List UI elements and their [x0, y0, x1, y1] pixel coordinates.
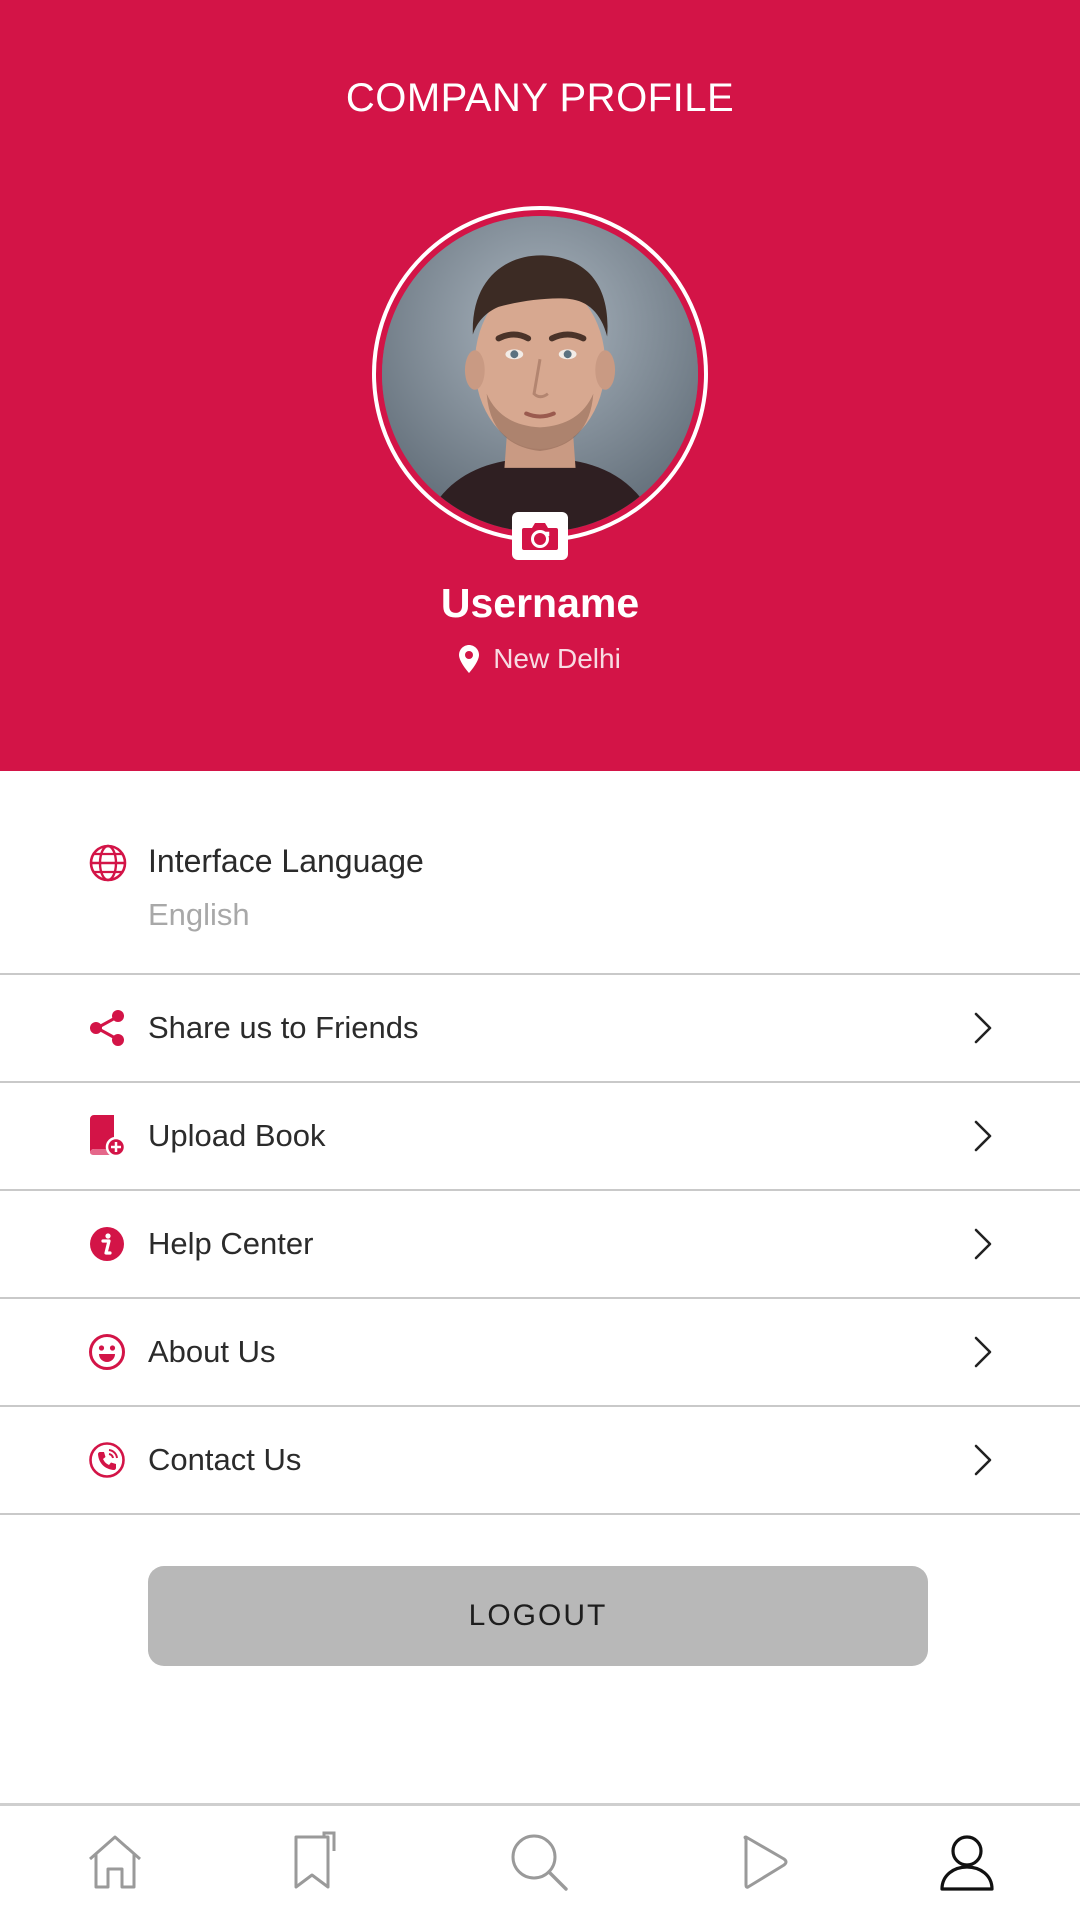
- menu-item-label: About Us: [148, 1334, 276, 1369]
- chevron-right-icon: [974, 1336, 992, 1368]
- chevron-right-icon: [974, 1444, 992, 1476]
- globe-icon: [88, 843, 128, 888]
- username: Username: [440, 580, 640, 626]
- menu-item-upload-book[interactable]: Upload Book: [0, 1083, 1080, 1191]
- interface-language-setting[interactable]: Interface Language English: [0, 771, 1080, 975]
- profile-photo: [382, 216, 698, 532]
- menu-item-help-center[interactable]: Help Center: [0, 1191, 1080, 1299]
- page-title: COMPANY PROFILE: [345, 76, 735, 120]
- smiley-icon: [88, 1333, 126, 1371]
- settings-menu: Share us to Friends Upload Book Help Cen…: [0, 975, 1080, 1515]
- home-icon[interactable]: [84, 1831, 146, 1893]
- chevron-right-icon: [974, 1012, 992, 1044]
- change-photo-button[interactable]: [512, 512, 568, 560]
- bottom-navigation: [0, 1803, 1080, 1920]
- interface-language-label: Interface Language: [148, 843, 424, 879]
- bookmark-icon[interactable]: [284, 1831, 346, 1893]
- upload-book-icon: [88, 1115, 126, 1157]
- avatar[interactable]: [382, 216, 698, 532]
- location-text: New Delhi: [493, 643, 621, 674]
- interface-language-value: English: [148, 897, 250, 932]
- map-pin-icon: [459, 645, 480, 673]
- chevron-right-icon: [974, 1228, 992, 1260]
- phone-icon: [88, 1441, 126, 1479]
- camera-icon: [522, 523, 558, 550]
- play-icon[interactable]: [734, 1831, 796, 1893]
- search-icon[interactable]: [508, 1831, 570, 1893]
- profile-icon[interactable]: [936, 1831, 998, 1893]
- avatar-ring: [372, 206, 708, 542]
- menu-item-label: Help Center: [148, 1226, 314, 1261]
- chevron-right-icon: [974, 1120, 992, 1152]
- menu-item-about-us[interactable]: About Us: [0, 1299, 1080, 1407]
- menu-item-label: Contact Us: [148, 1442, 302, 1477]
- logout-button[interactable]: LOGOUT: [148, 1566, 928, 1666]
- menu-item-label: Upload Book: [148, 1118, 326, 1153]
- info-icon: [88, 1225, 126, 1263]
- menu-item-share[interactable]: Share us to Friends: [0, 975, 1080, 1083]
- share-icon: [88, 1009, 126, 1047]
- menu-item-contact-us[interactable]: Contact Us: [0, 1407, 1080, 1515]
- profile-header: COMPANY PROFILE Username New Delhi: [0, 0, 1080, 771]
- menu-item-label: Share us to Friends: [148, 1010, 419, 1045]
- location: New Delhi: [0, 643, 1080, 675]
